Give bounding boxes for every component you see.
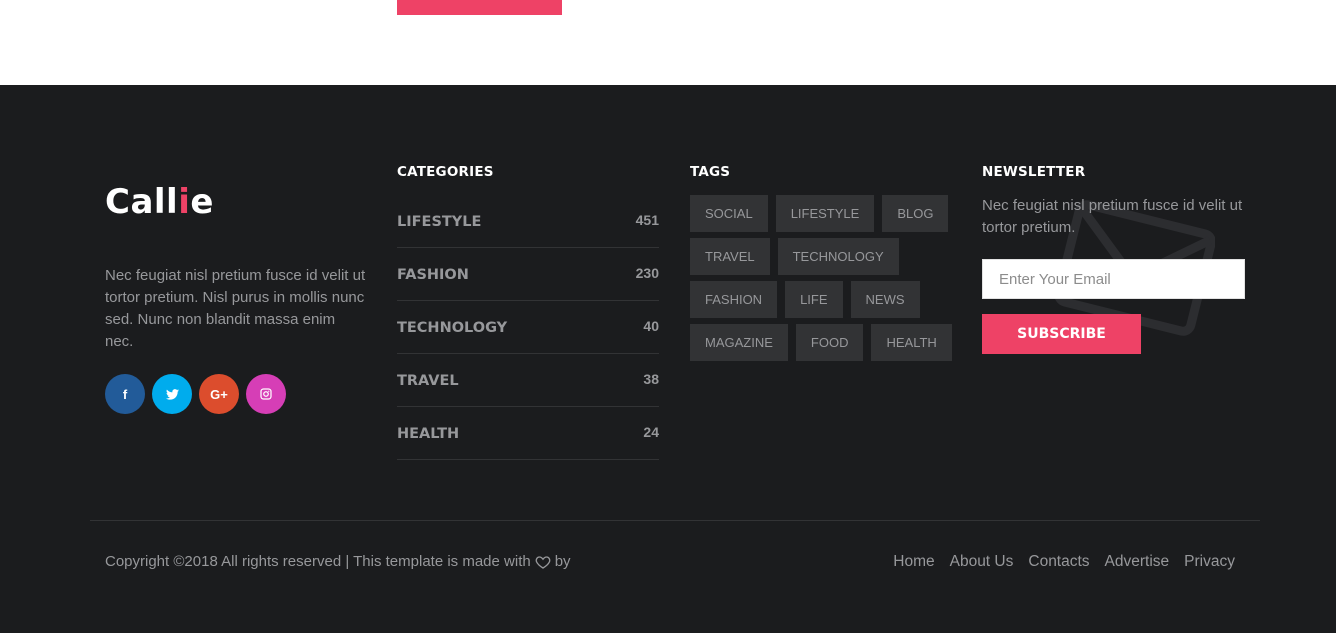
newsletter-email-input[interactable]: [982, 259, 1245, 299]
facebook-button[interactable]: f: [105, 374, 145, 414]
tag-health[interactable]: HEALTH: [871, 324, 952, 361]
category-name: HEALTH: [397, 426, 460, 442]
tag-social[interactable]: SOCIAL: [690, 195, 768, 232]
footer-logo[interactable]: Callie: [105, 182, 214, 222]
footer-nav: Home About Us Contacts Advertise Privacy: [893, 553, 1235, 571]
category-item-technology[interactable]: TECHNOLOGY 40: [397, 301, 659, 354]
logo-text-end: e: [190, 182, 214, 222]
tag-lifestyle[interactable]: LIFESTYLE: [775, 195, 875, 232]
google-plus-button[interactable]: G+: [199, 374, 239, 414]
newsletter-text: Nec feugiat nisl pretium fusce id velit …: [982, 197, 1243, 236]
category-name: TRAVEL: [397, 373, 459, 389]
load-more-button[interactable]: [397, 0, 562, 15]
copyright-text-before: Copyright ©2018 All rights reserved | Th…: [105, 553, 531, 570]
tag-news[interactable]: NEWS: [850, 281, 920, 318]
footer-link-contacts[interactable]: Contacts: [1028, 553, 1089, 571]
footer-link-advertise[interactable]: Advertise: [1105, 553, 1170, 571]
footer-link-home[interactable]: Home: [893, 553, 934, 571]
category-item-travel[interactable]: TRAVEL 38: [397, 354, 659, 407]
site-footer: Callie Nec feugiat nisl pretium fusce id…: [0, 85, 1336, 633]
logo-text-main: Call: [105, 182, 179, 222]
tags-title: TAGS: [690, 164, 731, 180]
twitter-icon: [165, 388, 179, 400]
category-count: 24: [643, 424, 659, 440]
tags-cloud: SOCIAL LIFESTYLE BLOG TRAVEL TECHNOLOGY …: [690, 195, 952, 361]
footer-link-privacy[interactable]: Privacy: [1184, 553, 1235, 571]
category-name: TECHNOLOGY: [397, 320, 508, 336]
newsletter-title: NEWSLETTER: [982, 164, 1086, 180]
tag-technology[interactable]: TECHNOLOGY: [777, 238, 899, 275]
category-item-lifestyle[interactable]: LIFESTYLE 451: [397, 195, 659, 248]
social-links: f G+: [105, 374, 286, 414]
category-name: LIFESTYLE: [397, 214, 482, 230]
category-count: 451: [635, 212, 659, 228]
facebook-icon: f: [122, 386, 128, 402]
category-count: 230: [635, 265, 659, 281]
instagram-button[interactable]: [246, 374, 286, 414]
twitter-button[interactable]: [152, 374, 192, 414]
page-top-area: [0, 0, 1336, 85]
tag-food[interactable]: FOOD: [795, 324, 864, 361]
tag-blog[interactable]: BLOG: [882, 195, 949, 232]
categories-title: CATEGORIES: [397, 164, 494, 180]
copyright-text: Copyright ©2018 All rights reserved | Th…: [105, 553, 571, 570]
categories-list: LIFESTYLE 451 FASHION 230 TECHNOLOGY 40 …: [397, 195, 659, 460]
tag-travel[interactable]: TRAVEL: [690, 238, 770, 275]
footer-link-about-us[interactable]: About Us: [950, 553, 1014, 571]
tag-magazine[interactable]: MAGAZINE: [690, 324, 788, 361]
category-count: 40: [643, 318, 659, 334]
instagram-icon: [260, 388, 272, 400]
category-item-health[interactable]: HEALTH 24: [397, 407, 659, 460]
subscribe-button[interactable]: SUBSCRIBE: [982, 314, 1141, 354]
copyright-text-after: by: [554, 553, 571, 570]
category-name: FASHION: [397, 267, 469, 283]
footer-about-text: Nec feugiat nisl pretium fusce id velit …: [105, 267, 366, 350]
category-count: 38: [643, 371, 659, 387]
heart-icon: [535, 555, 551, 569]
tag-life[interactable]: LIFE: [785, 281, 843, 318]
tag-fashion[interactable]: FASHION: [690, 281, 778, 318]
logo-text-accent: i: [178, 182, 191, 222]
category-item-fashion[interactable]: FASHION 230: [397, 248, 659, 301]
google-plus-icon: G+: [210, 386, 228, 402]
footer-divider: [90, 520, 1260, 521]
